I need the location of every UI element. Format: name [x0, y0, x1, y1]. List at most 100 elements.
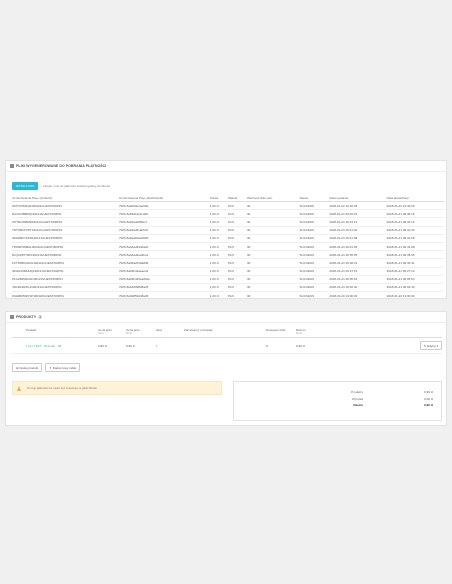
col-refunded: Zamówiony pozostały	[184, 328, 213, 332]
links-cell: PLN	[227, 258, 247, 268]
totals-label: Razem	[353, 403, 363, 408]
links-col-header: Data wysłania	[329, 194, 387, 202]
file-icon	[10, 164, 14, 168]
links-cell: 2018-01-21 00:41:05	[329, 242, 387, 252]
col-qty: Ilość	[156, 328, 163, 332]
links-cell: 7626-5a63b425ea6bde	[118, 275, 210, 284]
edit-product-button[interactable]: ✎ Edytuj ▾	[419, 341, 442, 350]
links-col-header: Waluta	[227, 194, 247, 202]
links-cell: 30	[246, 226, 300, 235]
table-row: H6TN72M4Q9190122GUEST000P01 7626-5a9d23ec…	[12, 201, 444, 211]
links-cell: 7626-5a64ab0a2d06d	[118, 234, 210, 243]
links-col-header: Status	[299, 194, 330, 202]
links-cell: 7626-5a65ab112cdd0	[118, 209, 210, 219]
links-cell: 9HVLF2BB0Q190121GUEST000P01	[12, 209, 119, 219]
links-cell: 30	[246, 234, 300, 243]
links-cell: 2018-01-21 00:27:13	[386, 267, 444, 276]
links-cell: 2018-01-21 00:30:41	[329, 258, 387, 268]
links-cell: 2018-01-21 00:41:43	[386, 226, 444, 235]
links-cell: PLN	[227, 291, 247, 301]
links-cell: 2018-01-21 00:02:40	[386, 283, 444, 293]
totals-label: Produkty	[351, 390, 363, 395]
links-cell: 7626-5a64ad2ee8bca	[118, 250, 210, 260]
links-cell: 7626-5a64ad1f88ec7	[118, 217, 210, 227]
links-cell: 2018-01-21 00:05:54	[329, 275, 387, 284]
links-cell: 30	[246, 242, 300, 252]
payment-links-title: Pliki wygenerowane do pobrania płatności	[16, 164, 107, 168]
links-cell: 1,00 zł	[209, 226, 228, 235]
links-cell: PLN	[227, 217, 247, 227]
table-row: 9HVLF2BB0Q190121GUEST000P01 7626-5a65ab11…	[12, 209, 444, 219]
product-qty: 1	[156, 343, 158, 348]
links-cell: 7626-5a63a2019a8d6	[118, 258, 210, 268]
warning-text: Ten typ płatności nie może być zmieniony…	[27, 386, 97, 390]
links-cell: 3DHM8X1PKD190121GUEST000P01	[12, 234, 119, 243]
links-cell: TFDMP4M8HH190121GUEST000P01	[12, 242, 119, 252]
table-row: 8LQGZ87TRF190121GUEST000P01 7626-5a64ad2e…	[12, 250, 444, 260]
links-cell: SUCCESS	[299, 217, 330, 227]
links-cell: PLN	[227, 234, 247, 243]
links-cell: 30	[246, 258, 300, 268]
links-cell: SUCCESS	[299, 201, 330, 211]
links-cell: 2018-01-21 00:45:15	[329, 209, 387, 219]
send-link-button[interactable]: WYŚLIJ LINK	[12, 182, 39, 190]
links-cell: 1,00 zł	[209, 283, 228, 293]
links-cell: 3DHH3SMHHQ190121GUEST000P01	[12, 267, 119, 276]
links-cell: 2018-01-22 10:46:39	[386, 201, 444, 211]
links-cell: PLN	[227, 283, 247, 293]
links-cell: PLN	[227, 201, 247, 211]
links-cell: 7626-5a64ad94d4a2d	[118, 242, 210, 252]
links-cell: 2018-01-21 00:05:54	[386, 275, 444, 284]
products-table-header: Produkt Cena jedn. Netto Cena jedn. Brutto…	[12, 328, 442, 338]
table-row: JSGZ04HWL1190121GUEST000P01 7626-5a63d098…	[12, 283, 444, 293]
cart-icon	[10, 315, 14, 319]
links-col-header: Kwota	[209, 194, 228, 202]
table-row: WHHBZM3CSP190120GUEST000P01 7626-5a62859d…	[12, 291, 444, 301]
links-cell: SUCCESS	[299, 250, 330, 260]
links-cell: 1,00 zł	[209, 201, 228, 211]
links-cell: SUCCESS	[299, 242, 330, 252]
totals-value: 0,99 zł	[423, 403, 433, 408]
links-cell: SUCCESS	[299, 283, 330, 293]
links-col-header: Id zamówienia Payu (ExtOrderId)	[118, 194, 210, 202]
links-cell: 7626-5a62859d48a45	[118, 291, 210, 301]
links-cell: 2018-01-21 00:45:16	[386, 209, 444, 219]
links-cell: 8LQGZ87TRF190121GUEST000P01	[12, 250, 119, 260]
products-panel: PRODUKTY 1 Produkt Cena jedn. Netto Cena …	[5, 311, 447, 426]
links-col-header: Data aktualizacji	[386, 194, 444, 202]
totals-value: 0,00 zł	[424, 396, 433, 401]
table-row: OP7R10SBM8190121GUEST000P01 7626-5a64ad1f…	[12, 217, 444, 227]
links-cell: 2018-01-21 00:35:35	[386, 250, 444, 260]
links-cell: PLN	[227, 209, 247, 219]
discount-icon: ✦	[49, 365, 52, 370]
product-link[interactable]: 1 KLI TEST - Rozmiar : 38	[12, 344, 98, 348]
products-count-badge: 1	[38, 315, 43, 319]
links-cell: 1,00 zł	[209, 242, 228, 252]
links-cell: PLN	[227, 275, 247, 284]
send-link-hint: Dotuje: Link do płatności został wysłany…	[43, 184, 110, 188]
col-product: Produkt	[26, 328, 37, 332]
links-cell: 1,00 zł	[209, 234, 228, 243]
links-cell: 30	[246, 250, 300, 260]
links-cell: 2018-01-21 00:43:12	[386, 217, 444, 227]
links-cell: P1GZ82MRUH190121GUEST000P01	[12, 275, 119, 284]
product-unit-price-net: 0,80 zł	[98, 343, 107, 348]
links-cell: H6TN72M4Q9190122GUEST000P01	[12, 201, 119, 211]
add-product-button[interactable]: ⊕ Dodaj produkt	[12, 363, 43, 372]
order-totals: Produkty 0,99 zł Wysyłka 0,00 zł Razem 0,99 z…	[233, 381, 442, 421]
add-discount-button[interactable]: ✦ Dodaj nowy rabat	[45, 363, 81, 372]
links-cell: 1,00 zł	[209, 275, 228, 284]
warning-icon	[17, 386, 21, 391]
table-row: 3DHH3SMHHQ190121GUEST000P01 7626-5a63b42a…	[12, 267, 444, 276]
links-cell: 2018-01-20 19:00:30	[329, 291, 387, 301]
links-col-header: Ważność linku sek.	[246, 194, 300, 202]
plus-circle-icon: ⊕	[16, 365, 19, 370]
links-cell: 1,00 zł	[209, 250, 228, 260]
links-cell: 30	[246, 291, 300, 301]
links-cell: SUCCESS	[299, 209, 330, 219]
links-cell: 30	[246, 201, 300, 211]
links-cell: 7626-5a63d098d5a25	[118, 283, 210, 293]
links-cell: PLN	[227, 242, 247, 252]
links-cell: 7626-5a64ad4cab5c5	[118, 226, 210, 235]
col-unit-price-net: Cena jedn. Netto	[98, 328, 113, 335]
